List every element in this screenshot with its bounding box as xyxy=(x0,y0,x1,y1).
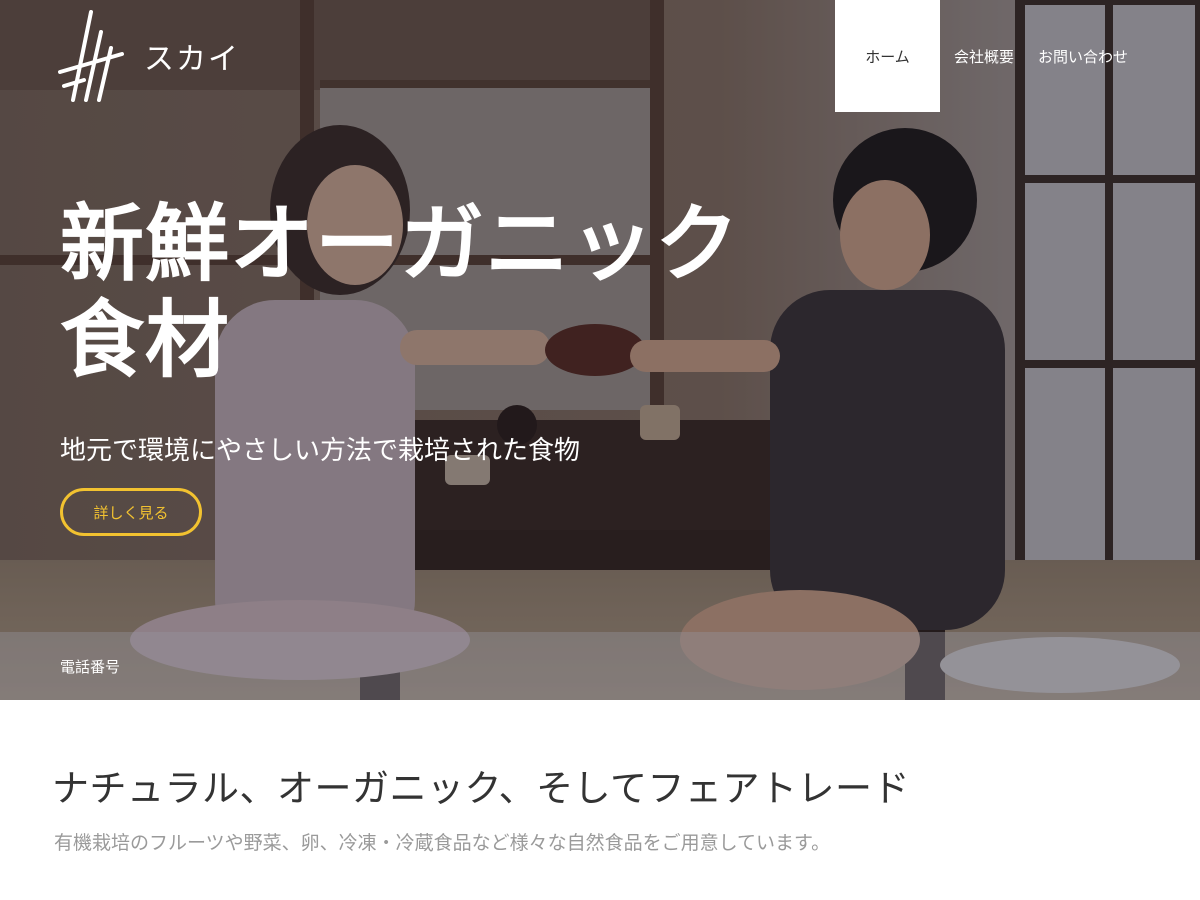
hero-title: 新鮮オーガニック 食材 xyxy=(60,196,820,388)
nav-item-home[interactable]: ホーム xyxy=(834,0,940,112)
section-heading: ナチュラル、オーガニック、そしてフェアトレード xyxy=(52,767,911,810)
phone-bar: 電話番号 xyxy=(0,632,1200,700)
hero-title-line1: 新鮮オーガニック xyxy=(60,195,741,293)
intro-section: ナチュラル、オーガニック、そしてフェアトレード 有機栽培のフルーツや野菜、卵、冷… xyxy=(0,700,1200,900)
nav-item-about[interactable]: 会社概要 xyxy=(942,0,1026,112)
hero-subtitle: 地元で環境にやさしい方法で栽培された食物 xyxy=(60,436,581,466)
main-nav: ホーム 会社概要 お問い合わせ xyxy=(834,0,1140,112)
nav-item-contact[interactable]: お問い合わせ xyxy=(1026,0,1140,112)
hero-section: スカイ ホーム 会社概要 お問い合わせ 新鮮オーガニック 食材 地元で環境にやさ… xyxy=(0,0,1200,700)
sky-logo-icon xyxy=(58,10,124,102)
section-text: 有機栽培のフルーツや野菜、卵、冷凍・冷蔵食品など様々な自然食品をご用意しています… xyxy=(54,832,831,854)
brand-logo[interactable]: スカイ xyxy=(58,10,240,102)
learn-more-button[interactable]: 詳しく見る xyxy=(60,488,202,536)
hero-title-line2: 食材 xyxy=(60,291,231,389)
phone-label: 電話番号 xyxy=(60,658,121,676)
brand-name: スカイ xyxy=(144,42,240,77)
